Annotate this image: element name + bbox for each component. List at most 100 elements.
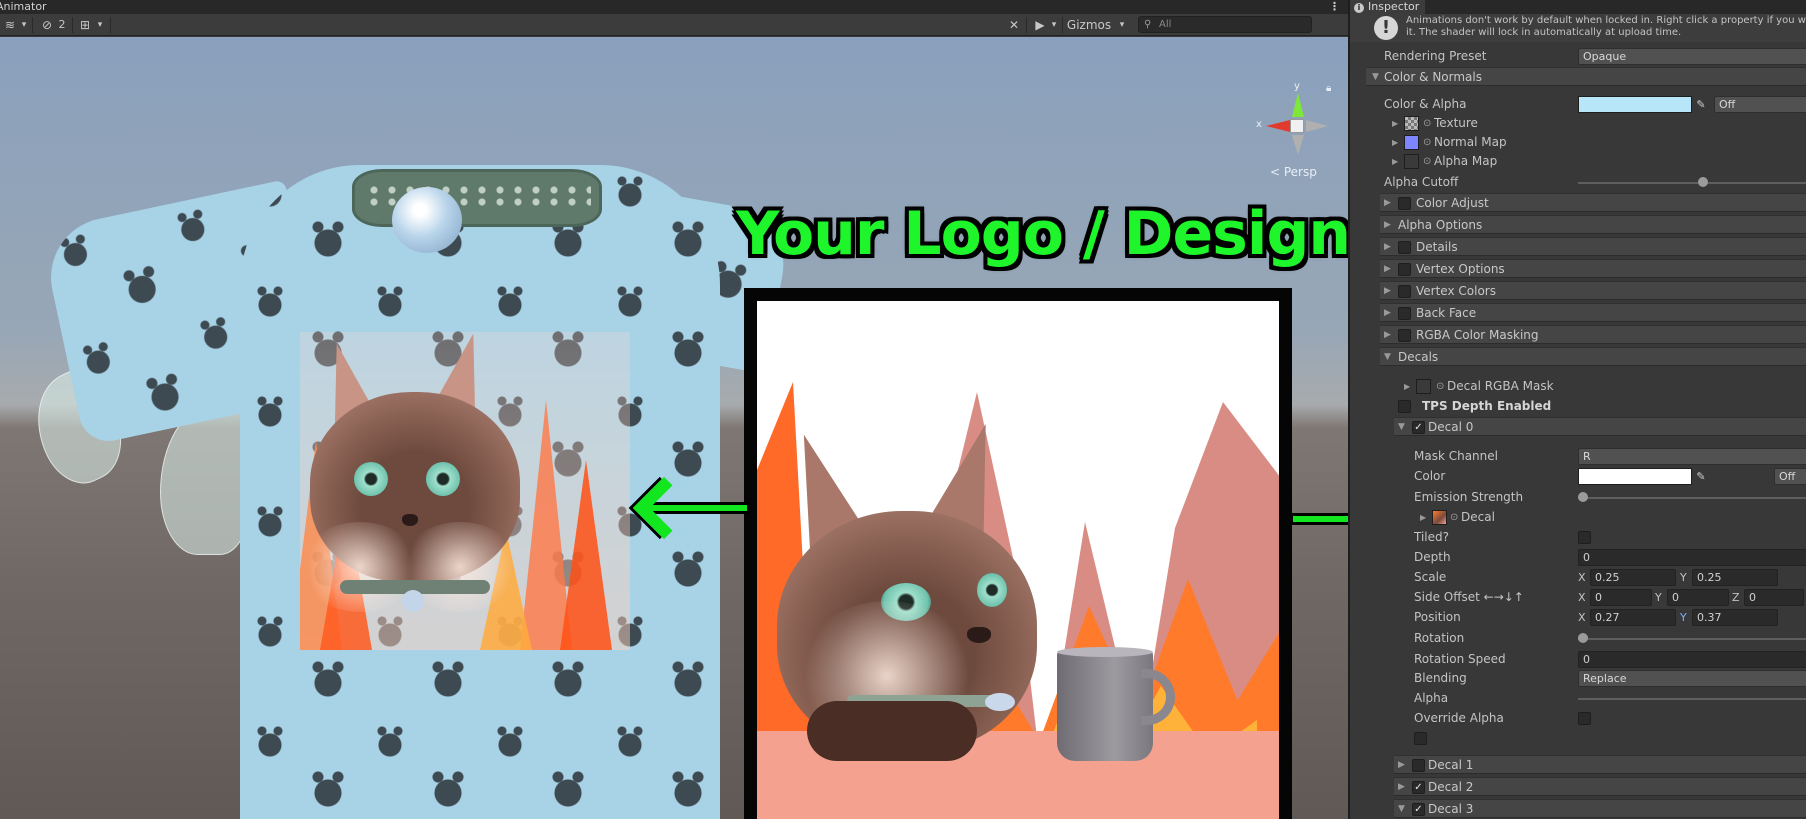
section-label: Decal 2 (1428, 780, 1474, 794)
object-picker-icon[interactable]: ⊙ (1423, 133, 1431, 152)
expand-right-icon[interactable]: ▶ (1392, 152, 1398, 171)
position-y-field[interactable]: 0.37 (1692, 609, 1778, 626)
alpha-cutoff-knob[interactable] (1698, 177, 1708, 187)
expand-right-icon[interactable]: ▶ (1392, 114, 1398, 133)
color-adjust-checkbox[interactable] (1398, 197, 1411, 210)
decal-texture-row: ▶ ⊙ Decal (1350, 508, 1806, 527)
emission-strength-slider[interactable] (1578, 497, 1806, 499)
side-offset-y-field[interactable]: 0 (1667, 589, 1729, 606)
position-x-field[interactable]: 0.27 (1590, 609, 1676, 626)
scale-x-field[interactable]: 0.25 (1590, 569, 1676, 586)
object-picker-icon[interactable]: ⊙ (1450, 508, 1458, 527)
depth-field[interactable]: 0 (1578, 549, 1806, 566)
details-checkbox[interactable] (1398, 241, 1411, 254)
section-back-face[interactable]: ▶ Back Face (1380, 303, 1806, 322)
visibility-icon[interactable]: ⊘ (36, 16, 58, 34)
collar-bell (392, 187, 462, 253)
section-decal-2[interactable]: ▶ ✓ Decal 2 (1394, 777, 1806, 796)
expand-right-icon[interactable]: ▶ (1404, 377, 1410, 396)
warning-icon: ! (1374, 16, 1398, 40)
section-decal-3[interactable]: ▼ ✓ Decal 3 (1394, 799, 1806, 818)
color-alpha-toggle[interactable]: Off (1714, 96, 1806, 113)
section-alpha-options[interactable]: ▶ Alpha Options (1380, 215, 1806, 234)
tiled-checkbox[interactable] (1578, 531, 1591, 544)
object-picker-icon[interactable]: ⊙ (1423, 152, 1431, 171)
object-picker-icon[interactable]: ⊙ (1436, 377, 1444, 396)
gizmos-button[interactable]: Gizmos (1064, 16, 1114, 34)
back-face-checkbox[interactable] (1398, 307, 1411, 320)
scene-viewport[interactable]: Your Logo / Design y x 🔒︎ < Persp (0, 37, 1348, 819)
override-alpha-checkbox[interactable] (1578, 712, 1591, 725)
grid-icon[interactable]: ⊞ (76, 16, 94, 34)
vertex-colors-checkbox[interactable] (1398, 285, 1411, 298)
layers-dropdown-icon[interactable]: ▾ (18, 16, 30, 34)
rendering-preset-row: Rendering Preset Opaque (1350, 47, 1806, 66)
eyedropper-icon[interactable]: ✎ (1693, 468, 1709, 485)
more-menu-icon[interactable]: ⋮ (1329, 0, 1340, 14)
section-rgba-color-masking[interactable]: ▶ RGBA Color Masking (1380, 325, 1806, 344)
rgba-masking-checkbox[interactable] (1398, 329, 1411, 342)
scale-y-field[interactable]: 0.25 (1692, 569, 1778, 586)
section-decal-1[interactable]: ▶ Decal 1 (1394, 755, 1806, 774)
section-vertex-colors[interactable]: ▶ Vertex Colors (1380, 281, 1806, 300)
alpha-row: Alpha (1350, 689, 1806, 708)
decal-color-swatch[interactable] (1578, 468, 1692, 485)
rendering-preset-dropdown[interactable]: Opaque (1578, 48, 1806, 65)
layers-icon[interactable]: ≋ (0, 16, 20, 34)
section-label: Vertex Colors (1416, 284, 1496, 298)
decal-color-toggle[interactable]: Off (1774, 468, 1806, 485)
rotation-knob[interactable] (1578, 633, 1588, 643)
lock-icon[interactable]: 🔒︎ (1326, 83, 1331, 94)
section-color-adjust[interactable]: ▶ Color Adjust (1380, 193, 1806, 212)
scale-row: Scale X 0.25 Y 0.25 (1350, 568, 1806, 587)
position-x-label: X (1578, 611, 1586, 624)
decal-artwork (757, 301, 1279, 819)
section-label: Decal 1 (1428, 758, 1474, 772)
persp-toggle[interactable]: < Persp (1270, 165, 1317, 179)
rotation-slider[interactable] (1578, 638, 1806, 640)
side-offset-z-field[interactable]: 0 (1744, 589, 1804, 606)
alpha-cutoff-slider[interactable] (1578, 182, 1806, 184)
side-offset-x-field[interactable]: 0 (1590, 589, 1652, 606)
decal-texture-thumb[interactable] (1432, 510, 1447, 525)
section-label: Color Adjust (1416, 196, 1489, 210)
normal-map-thumb[interactable] (1404, 135, 1419, 150)
alpha-slider[interactable] (1578, 698, 1806, 700)
decal-1-checkbox[interactable] (1412, 759, 1425, 772)
section-details[interactable]: ▶ Details (1380, 237, 1806, 256)
grid-dropdown-icon[interactable]: ▾ (94, 16, 106, 34)
alpha-map-thumb[interactable] (1404, 154, 1419, 169)
tps-depth-checkbox[interactable] (1398, 400, 1411, 413)
color-normals-header[interactable]: ▼ Color & Normals (1366, 67, 1806, 86)
eyedropper-icon[interactable]: ✎ (1693, 96, 1709, 113)
camera-icon[interactable]: ▶ (1030, 16, 1050, 34)
emission-strength-knob[interactable] (1578, 492, 1588, 502)
scene-view[interactable]: Animator ⋮ ≋ ▾ ⊘ 2 ⊞ ▾ ✕ ▶ ▾ Gizmos ▾ ⚲ … (0, 0, 1348, 819)
decal-rgba-mask-thumb[interactable] (1416, 379, 1431, 394)
expand-right-icon[interactable]: ▶ (1392, 133, 1398, 152)
color-alpha-swatch[interactable] (1578, 96, 1692, 113)
gizmos-dropdown-icon[interactable]: ▾ (1114, 16, 1130, 34)
vertex-options-checkbox[interactable] (1398, 263, 1411, 276)
section-decal-0[interactable]: ▼ ✓ Decal 0 (1394, 417, 1806, 436)
blending-dropdown[interactable]: Replace (1578, 670, 1806, 687)
texture-thumb[interactable] (1404, 116, 1419, 131)
rotation-speed-field[interactable]: 0 (1578, 651, 1806, 668)
decal-3-checkbox[interactable]: ✓ (1412, 803, 1425, 816)
hue-shift-checkbox[interactable] (1414, 732, 1427, 745)
object-picker-icon[interactable]: ⊙ (1423, 114, 1431, 133)
section-decals[interactable]: ▼ Decals (1380, 347, 1806, 366)
decal-2-checkbox[interactable]: ✓ (1412, 781, 1425, 794)
mask-channel-dropdown[interactable]: R (1578, 448, 1806, 465)
tab-inspector[interactable]: i Inspector (1350, 0, 1426, 14)
scene-search-input[interactable]: ⚲ All (1138, 16, 1312, 33)
normal-map-row: ▶ ⊙ Normal Map (1350, 133, 1806, 152)
right-arrow-shaft (1290, 513, 1348, 525)
expand-down-icon: ▼ (1372, 72, 1379, 82)
tools-icon[interactable]: ✕ (1004, 16, 1024, 34)
section-vertex-options[interactable]: ▶ Vertex Options (1380, 259, 1806, 278)
decal-0-checkbox[interactable]: ✓ (1412, 421, 1425, 434)
section-label: Alpha Options (1398, 218, 1483, 232)
expand-right-icon[interactable]: ▶ (1420, 508, 1426, 527)
camera-dropdown-icon[interactable]: ▾ (1048, 16, 1060, 34)
